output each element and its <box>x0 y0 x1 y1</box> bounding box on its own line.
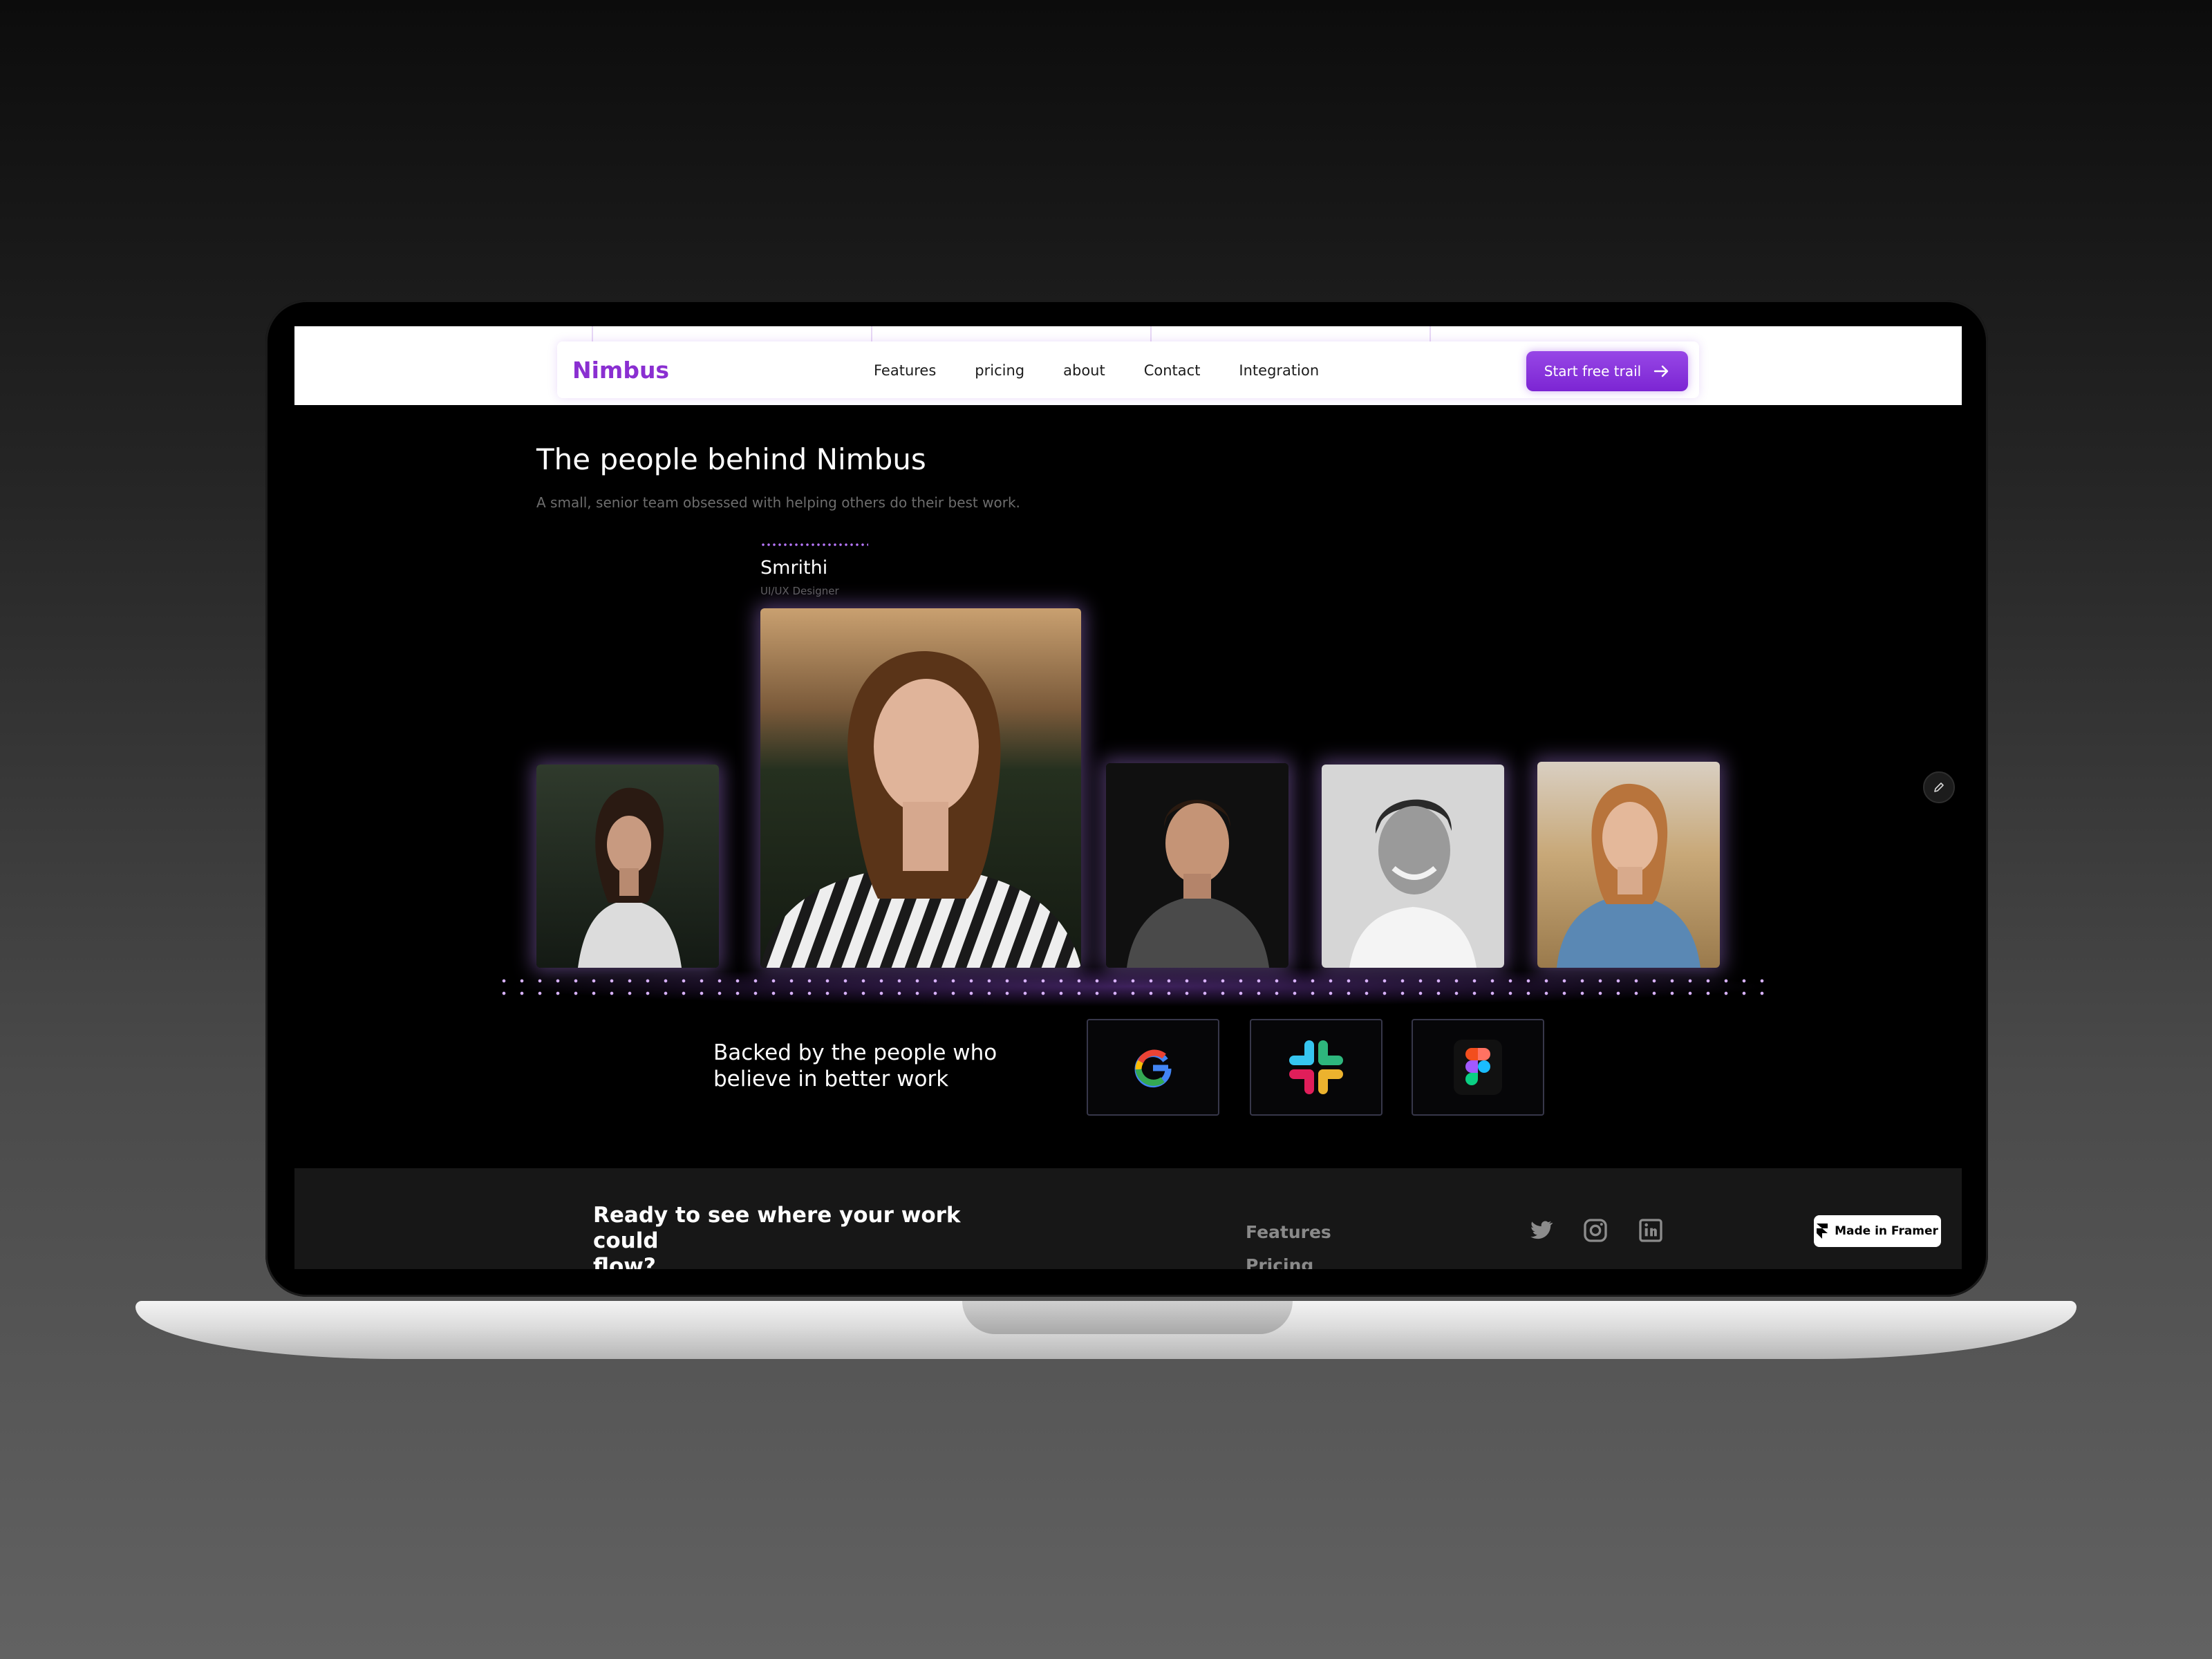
guide-line <box>871 326 872 341</box>
twitter-icon[interactable] <box>1526 1217 1554 1244</box>
pencil-icon <box>1934 782 1944 792</box>
made-in-framer-badge[interactable]: Made in Framer <box>1814 1215 1941 1247</box>
team-photo-3[interactable] <box>1106 763 1288 968</box>
team-photo-1[interactable] <box>536 765 719 968</box>
guide-line <box>592 326 593 341</box>
backed-by-text: Backed by the people who believe in bett… <box>713 1040 1031 1092</box>
guide-line <box>1430 326 1431 341</box>
dotted-floor <box>495 975 1774 1000</box>
nav-link-pricing[interactable]: pricing <box>975 362 1024 379</box>
browser-viewport: Nimbus Features pricing about Contact In… <box>294 326 1962 1269</box>
laptop-notch <box>962 1301 1293 1334</box>
top-nav: Nimbus Features pricing about Contact In… <box>294 326 1962 405</box>
nav-link-contact[interactable]: Contact <box>1144 362 1201 379</box>
google-icon <box>1134 1049 1172 1088</box>
footer-link-features[interactable]: Features <box>1246 1222 1331 1242</box>
edit-button[interactable] <box>1923 771 1955 803</box>
backer-logo-slack[interactable] <box>1250 1019 1382 1116</box>
member-role: UI/UX Designer <box>760 585 839 597</box>
footer-link-pricing[interactable]: Pricing <box>1246 1255 1313 1269</box>
linkedin-icon[interactable] <box>1637 1217 1665 1244</box>
framer-badge-label: Made in Framer <box>1835 1224 1938 1238</box>
backed-line-2: believe in better work <box>713 1067 949 1091</box>
footer-cta-heading: Ready to see where your work could flow? <box>593 1203 1022 1269</box>
backer-logo-figma[interactable] <box>1412 1019 1544 1116</box>
nav-link-integration[interactable]: Integration <box>1239 362 1319 379</box>
member-name: Smrithi <box>760 557 828 579</box>
team-photo-featured[interactable] <box>760 608 1081 968</box>
dotted-accent <box>760 543 868 546</box>
footer: Ready to see where your work could flow?… <box>294 1168 1962 1269</box>
arrow-right-icon <box>1654 365 1669 377</box>
figma-icon <box>1454 1040 1502 1095</box>
nav-link-features[interactable]: Features <box>874 362 936 379</box>
footer-cta-line-1: Ready to see where your work could <box>593 1203 961 1253</box>
team-photo-5[interactable] <box>1537 762 1720 968</box>
page-title: The people behind Nimbus <box>536 442 926 476</box>
backer-logo-google[interactable] <box>1087 1019 1219 1116</box>
brand-logo[interactable]: Nimbus <box>572 357 669 384</box>
nav-links: Features pricing about Contact Integrati… <box>874 362 1319 379</box>
instagram-icon[interactable] <box>1582 1217 1609 1244</box>
slack-icon <box>1289 1040 1343 1094</box>
nav-link-about[interactable]: about <box>1063 362 1105 379</box>
cta-label: Start free trail <box>1544 363 1642 379</box>
page-subtitle: A small, senior team obsessed with helpi… <box>536 494 1020 511</box>
framer-icon <box>1817 1224 1828 1239</box>
guide-line <box>1150 326 1152 341</box>
team-photo-4[interactable] <box>1322 765 1504 968</box>
start-free-trial-button[interactable]: Start free trail <box>1526 351 1688 391</box>
footer-cta-line-2: flow? <box>593 1254 656 1269</box>
backed-line-1: Backed by the people who <box>713 1040 997 1065</box>
